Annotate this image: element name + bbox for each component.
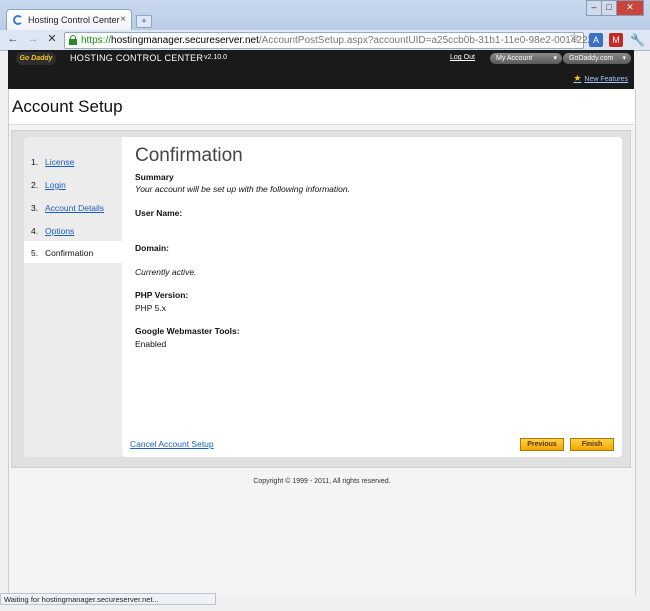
- address-bar[interactable]: https://hostingmanager.secureserver.net/…: [64, 32, 604, 49]
- step-label[interactable]: License: [45, 157, 74, 167]
- domain-status: Currently active.: [135, 267, 197, 277]
- step-login[interactable]: 2. Login: [24, 173, 122, 195]
- google-webmaster-tools-label: Google Webmaster Tools:: [135, 326, 240, 336]
- step-options[interactable]: 4. Options: [24, 219, 122, 241]
- step-license[interactable]: 1. License: [24, 150, 122, 172]
- google-webmaster-tools-value: Enabled: [135, 339, 167, 349]
- chevron-down-icon: ▾: [622, 55, 626, 62]
- app-title: HOSTING CONTROL CENTER: [70, 53, 204, 63]
- mail-extension-icon[interactable]: M: [609, 33, 623, 47]
- step-account-details[interactable]: 3. Account Details: [24, 196, 122, 218]
- step-label[interactable]: Account Details: [45, 203, 104, 213]
- app-header: Go Daddy HOSTING CONTROL CENTER v2.10.0 …: [8, 50, 634, 67]
- browser-status-bar: Waiting for hostingmanager.secureserver.…: [0, 593, 216, 605]
- step-label: Confirmation: [45, 248, 94, 258]
- summary-text: Your account will be set up with the fol…: [135, 184, 350, 194]
- lock-icon: [69, 35, 77, 45]
- minimize-button[interactable]: –: [586, 0, 602, 16]
- page-title-bar: Account Setup: [9, 89, 635, 125]
- window-close-button[interactable]: ✕: [616, 0, 644, 16]
- bookmark-star-icon[interactable]: ☆: [569, 30, 580, 44]
- php-version-value: PHP 5.x: [135, 303, 167, 313]
- url-text: https://hostingmanager.secureserver.net/…: [81, 35, 604, 46]
- browser-titlebar: Hosting Control Center × + – □ ✕: [0, 0, 650, 31]
- confirmation-heading: Confirmation: [135, 145, 243, 166]
- chevron-down-icon: ▾: [553, 55, 557, 62]
- summary-label: Summary: [135, 172, 174, 182]
- previous-button[interactable]: Previous: [520, 438, 564, 451]
- new-features-link[interactable]: ★ New Features: [573, 73, 628, 84]
- loading-spinner-icon: [13, 15, 23, 25]
- step-label[interactable]: Login: [45, 180, 66, 190]
- copyright-text: Copyright © 1999 - 2011, All rights rese…: [253, 478, 391, 485]
- godaddy-logo[interactable]: Go Daddy: [16, 52, 56, 65]
- page-title: Account Setup: [12, 97, 123, 116]
- back-icon[interactable]: ←: [6, 32, 20, 46]
- tab-close-icon[interactable]: ×: [120, 14, 126, 25]
- step-confirmation: 5. Confirmation: [24, 241, 124, 263]
- confirmation-content: Confirmation Summary Your account will b…: [122, 137, 622, 457]
- star-icon: ★: [573, 73, 582, 83]
- wrench-icon[interactable]: 🔧: [630, 33, 645, 47]
- wizard-panel: 1. License 2. Login 3. Account Details 4…: [11, 130, 631, 468]
- tab-title: Hosting Control Center: [28, 15, 120, 25]
- stop-icon[interactable]: ✕: [45, 32, 59, 46]
- browser-toolbar: ← → ✕ https://hostingmanager.secureserve…: [0, 30, 650, 51]
- php-version-label: PHP Version:: [135, 290, 189, 300]
- page-body: Account Setup 1. License 2. Login 3. Acc…: [8, 89, 636, 595]
- browser-tab[interactable]: Hosting Control Center ×: [6, 9, 132, 31]
- translate-extension-icon[interactable]: A: [589, 33, 603, 47]
- app-version: v2.10.0: [204, 54, 227, 61]
- forward-icon[interactable]: →: [26, 32, 40, 46]
- user-name-label: User Name:: [135, 208, 183, 218]
- maximize-button[interactable]: □: [601, 0, 617, 16]
- cancel-account-setup-link[interactable]: Cancel Account Setup: [130, 439, 214, 449]
- logout-link[interactable]: Log Out: [450, 54, 475, 61]
- app-subheader: ★ New Features: [8, 67, 634, 89]
- domain-label: Domain:: [135, 243, 169, 253]
- godaddy-com-button[interactable]: GoDaddy.com ▾: [563, 53, 631, 64]
- my-account-button[interactable]: My Account ▾: [490, 53, 562, 64]
- new-tab-button[interactable]: +: [136, 15, 152, 28]
- finish-button[interactable]: Finish: [570, 438, 614, 451]
- step-label[interactable]: Options: [45, 226, 74, 236]
- wizard-steps: 1. License 2. Login 3. Account Details 4…: [24, 137, 124, 457]
